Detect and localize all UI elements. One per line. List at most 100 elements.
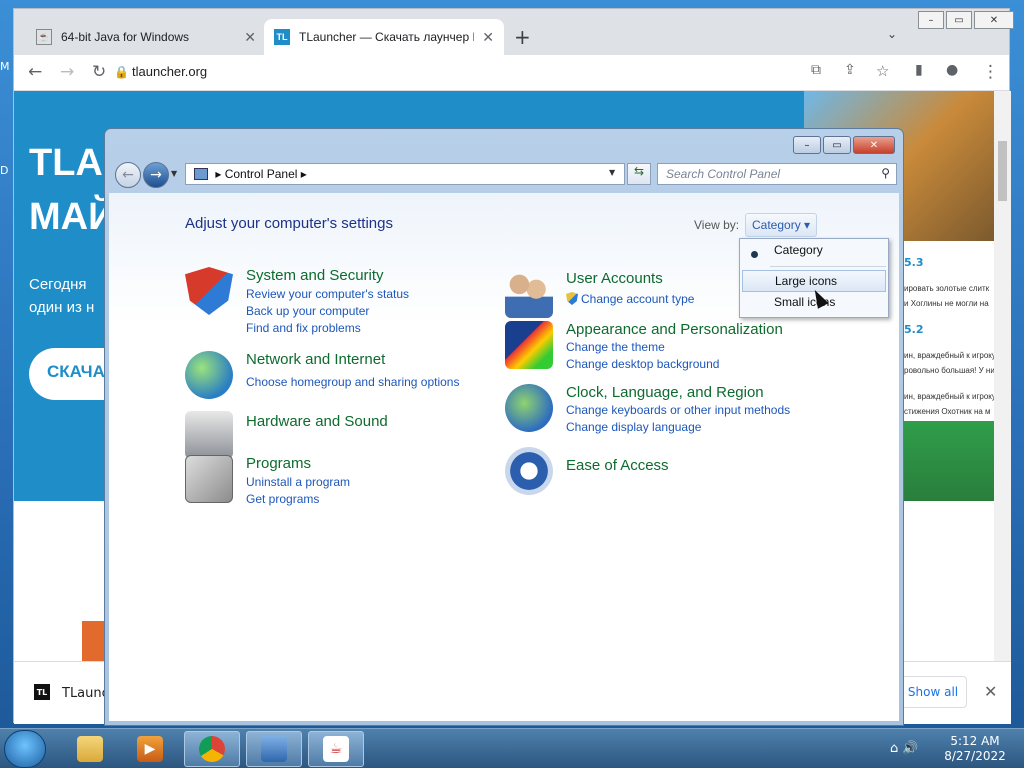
- page-scrollbar[interactable]: [994, 91, 1011, 661]
- forward-button[interactable]: →: [143, 162, 169, 188]
- shield-icon: [185, 267, 233, 315]
- uac-shield-icon: [566, 292, 578, 305]
- bookmark-star-icon[interactable]: ☆: [876, 62, 889, 80]
- category-clock-language-region[interactable]: Clock, Language, and Region Change keybo…: [505, 384, 825, 442]
- globe-network-icon: [185, 351, 233, 399]
- menu-item-large-icons[interactable]: Large icons: [742, 270, 886, 292]
- new-tab-button[interactable]: +: [514, 25, 531, 49]
- maximize-button[interactable]: ▭: [823, 136, 851, 154]
- hero-subtitle-line: Сегодня: [29, 276, 87, 293]
- hero-subtitle-line: один из н: [29, 299, 95, 316]
- control-panel-icon: [261, 736, 287, 762]
- category-link[interactable]: Find and fix problems: [246, 321, 361, 335]
- category-ease-of-access[interactable]: Ease of Access: [505, 447, 805, 495]
- category-link[interactable]: Change display language: [566, 420, 701, 434]
- maximize-button[interactable]: ▭: [946, 11, 972, 29]
- close-tab-icon[interactable]: ✕: [244, 29, 256, 46]
- category-title[interactable]: System and Security: [246, 267, 384, 284]
- recent-pages-dropdown-icon[interactable]: ▼: [171, 169, 177, 178]
- forward-icon[interactable]: →: [60, 62, 74, 82]
- tlauncher-file-icon: TL: [34, 684, 50, 700]
- lock-icon[interactable]: 🔒: [114, 65, 129, 79]
- tab-search-icon[interactable]: ⌄: [887, 27, 897, 41]
- category-title[interactable]: Clock, Language, and Region: [566, 384, 764, 401]
- category-title[interactable]: Network and Internet: [246, 351, 385, 368]
- category-link[interactable]: Change desktop background: [566, 357, 719, 371]
- java-icon: ☕: [36, 29, 52, 45]
- start-button[interactable]: [4, 730, 46, 768]
- reload-icon[interactable]: ↻: [92, 62, 106, 82]
- back-button[interactable]: ←: [115, 162, 141, 188]
- category-title[interactable]: Hardware and Sound: [246, 413, 388, 430]
- category-title[interactable]: Ease of Access: [566, 457, 669, 474]
- category-title[interactable]: User Accounts: [566, 270, 663, 287]
- scrollbar-thumb[interactable]: [998, 141, 1007, 201]
- hero-subtitle: Сегодня один из н: [29, 273, 94, 319]
- taskbar-explorer[interactable]: [62, 731, 118, 767]
- category-link[interactable]: Choose homegroup and sharing options: [246, 375, 459, 389]
- category-link[interactable]: Get programs: [246, 492, 319, 506]
- address-bar[interactable]: tlauncher.org: [132, 64, 207, 79]
- news-link[interactable]: 5.2: [904, 323, 924, 336]
- ease-of-access-icon: [505, 447, 553, 495]
- taskbar-chrome[interactable]: [184, 731, 240, 767]
- refresh-button[interactable]: ⇆: [627, 163, 651, 185]
- menu-item-category[interactable]: Category: [740, 240, 888, 262]
- menu-item-label: Category: [774, 243, 823, 257]
- tab-label: TLauncher — Скачать лаунчер M: [299, 30, 475, 44]
- news-link[interactable]: 5.3: [904, 256, 924, 269]
- tlauncher-icon: TL: [274, 29, 290, 45]
- clock[interactable]: 5:12 AM 8/27/2022: [940, 734, 1010, 764]
- tab-strip: ☕ 64-bit Java for Windows ✕ TL TLauncher…: [14, 9, 1014, 55]
- close-tab-icon[interactable]: ✕: [482, 29, 494, 46]
- taskbar-media-player[interactable]: ▶: [122, 731, 178, 767]
- tab-java[interactable]: ☕ 64-bit Java for Windows ✕: [26, 19, 266, 55]
- search-input[interactable]: Search Control Panel ⚲: [657, 163, 897, 185]
- address-bar[interactable]: ▸ Control Panel ▸: [185, 163, 625, 185]
- category-link[interactable]: Change the theme: [566, 340, 665, 354]
- search-icon[interactable]: ⚲: [881, 166, 890, 180]
- minimize-button[interactable]: –: [793, 136, 821, 154]
- news-text: ровольно большая! У них: [904, 366, 999, 375]
- view-by-dropdown[interactable]: Category ▾: [745, 213, 818, 237]
- taskbar: ▶ ☕ ⌂ 🔊 5:12 AM 8/27/2022: [0, 728, 1024, 768]
- minimize-button[interactable]: –: [918, 11, 944, 29]
- menu-item-label: Large icons: [775, 274, 838, 288]
- tray-icons[interactable]: ⌂ 🔊: [890, 741, 919, 756]
- minecraft-art: [904, 421, 994, 501]
- taskbar-control-panel[interactable]: [246, 731, 302, 767]
- category-link[interactable]: Change account type: [581, 292, 694, 306]
- tab-tlauncher[interactable]: TL TLauncher — Скачать лаунчер M ✕: [264, 19, 504, 55]
- news-text: стижения Охотник на м: [904, 407, 991, 416]
- menu-icon[interactable]: ⋮: [982, 62, 999, 82]
- category-title[interactable]: Appearance and Personalization: [566, 321, 783, 338]
- back-icon[interactable]: ←: [28, 62, 42, 82]
- category-link[interactable]: Uninstall a program: [246, 475, 350, 489]
- share-icon[interactable]: ⇪: [844, 62, 856, 78]
- close-button[interactable]: ✕: [974, 11, 1014, 29]
- category-hardware-sound[interactable]: Hardware and Sound: [185, 411, 485, 459]
- browser-window-controls: – ▭ ✕: [916, 11, 1014, 29]
- taskbar-java[interactable]: ☕: [308, 731, 364, 767]
- search-placeholder: Search Control Panel: [666, 167, 781, 181]
- address-dropdown-icon[interactable]: ▼: [609, 168, 615, 177]
- news-text: ин, враждебный к игроку: [904, 392, 996, 401]
- category-link[interactable]: Change keyboards or other input methods: [566, 403, 790, 417]
- profile-icon[interactable]: ●: [946, 62, 958, 78]
- download-filename[interactable]: TLaunc: [62, 686, 109, 701]
- category-network-internet[interactable]: Network and Internet Choose homegroup an…: [185, 351, 505, 399]
- category-programs[interactable]: Programs Uninstall a program Get program…: [185, 455, 485, 513]
- category-appearance[interactable]: Appearance and Personalization Change th…: [505, 321, 825, 379]
- close-download-bar-icon[interactable]: ✕: [984, 682, 997, 701]
- printer-icon: [185, 411, 233, 459]
- breadcrumb[interactable]: ▸ Control Panel ▸: [215, 167, 306, 181]
- category-link[interactable]: Review your computer's status: [246, 287, 409, 301]
- translate-icon[interactable]: ⧉: [811, 62, 821, 78]
- category-system-security[interactable]: System and Security Review your computer…: [185, 267, 485, 337]
- show-all-button[interactable]: Show all: [899, 676, 967, 708]
- view-by-menu: Category Large icons Small icons: [739, 238, 889, 318]
- category-title[interactable]: Programs: [246, 455, 311, 472]
- side-panel-icon[interactable]: ▮: [915, 62, 923, 78]
- category-link[interactable]: Back up your computer: [246, 304, 369, 318]
- close-button[interactable]: ✕: [853, 136, 895, 154]
